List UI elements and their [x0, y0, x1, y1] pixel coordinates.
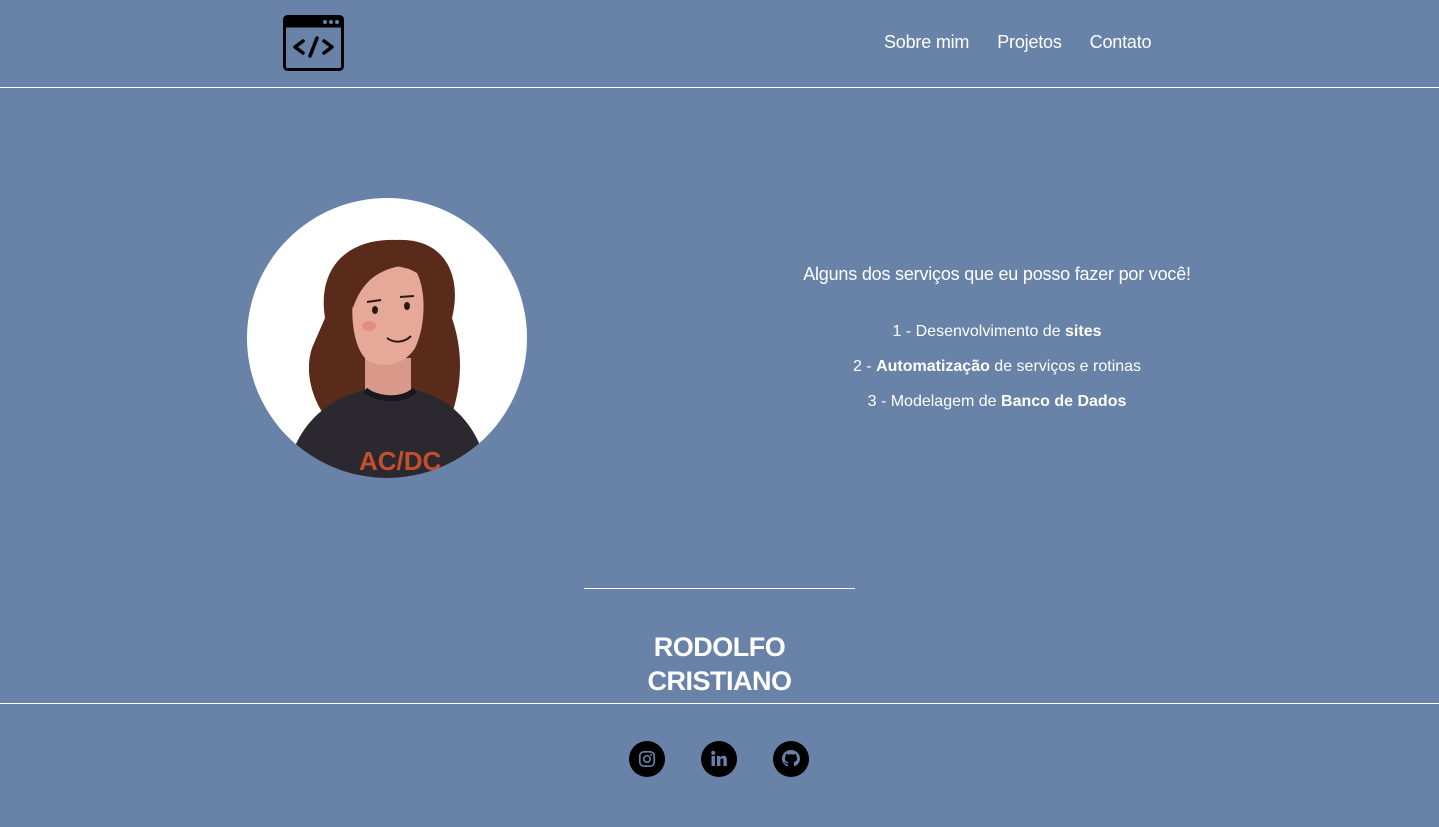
services-section: Alguns dos serviços que eu posso fazer p…	[760, 262, 1234, 427]
main-nav: Sobre mim Projetos Contato	[884, 30, 1152, 54]
header: Sobre mim Projetos Contato	[0, 0, 1439, 88]
code-window-icon[interactable]	[283, 15, 344, 71]
linkedin-icon[interactable]	[701, 741, 737, 777]
footer	[0, 703, 1439, 827]
nav-link-contato[interactable]: Contato	[1090, 30, 1152, 54]
shirt-logo: AC/DC	[359, 446, 442, 476]
services-list: 1 - Desenvolvimento de sites 2 - Automat…	[760, 322, 1234, 412]
owner-name: RODOLFO CRISTIANO	[647, 632, 793, 696]
name-divider	[584, 588, 855, 589]
nav-link-projetos[interactable]: Projetos	[997, 30, 1062, 54]
avatar: AC/DC	[247, 198, 527, 478]
service-item: 1 - Desenvolvimento de sites	[892, 323, 1102, 340]
instagram-icon[interactable]	[629, 741, 665, 777]
services-title: Alguns dos serviços que eu posso fazer p…	[803, 264, 1191, 284]
service-item: 3 - Modelagem de Banco de Dados	[867, 393, 1127, 410]
nav-link-sobre-mim[interactable]: Sobre mim	[884, 30, 969, 54]
service-item: 2 - Automatização de serviços e rotinas	[852, 358, 1142, 375]
page: Sobre mim Projetos Contato AC/DC Alguns …	[0, 0, 1439, 827]
github-icon[interactable]	[773, 741, 809, 777]
social-links	[629, 741, 809, 777]
